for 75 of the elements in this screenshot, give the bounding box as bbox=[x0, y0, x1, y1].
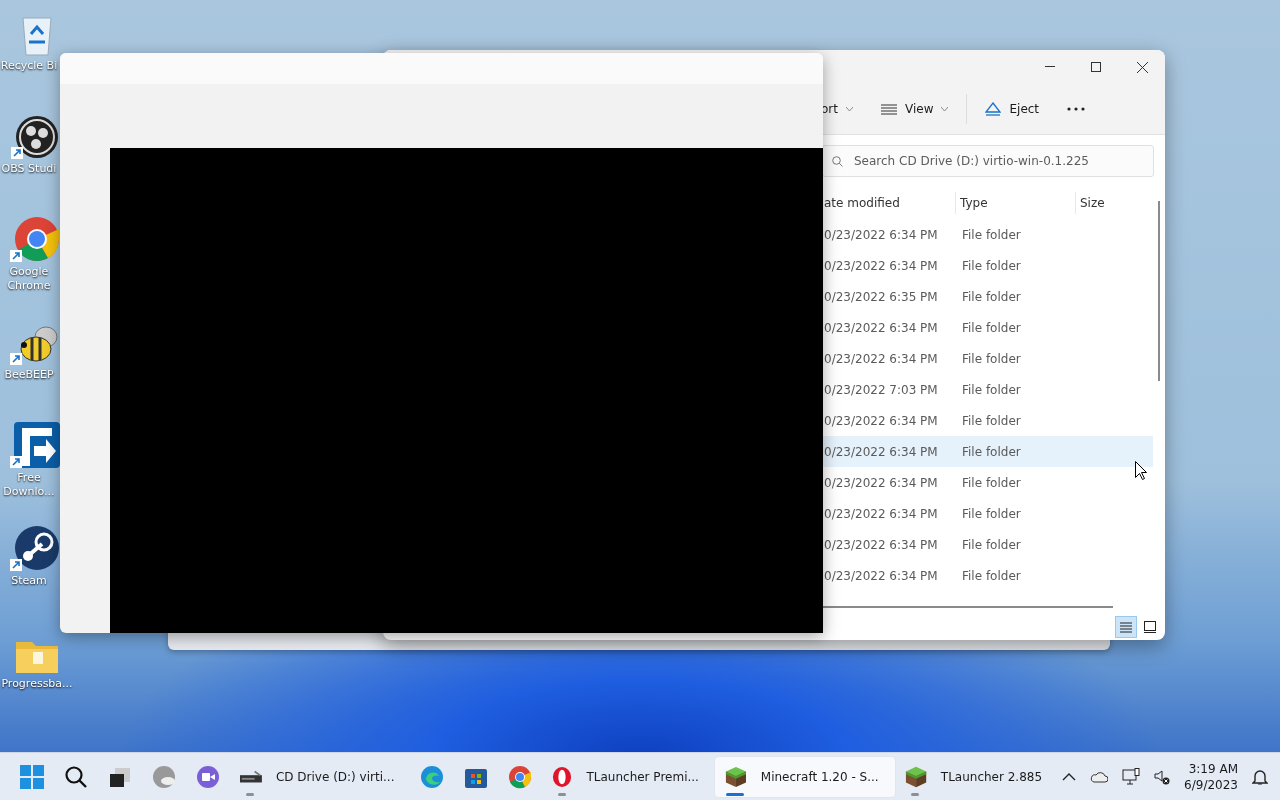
date-cell-text: 0/23/2022 6:34 PM bbox=[823, 320, 939, 335]
file-row[interactable]: 0/23/2022 7:03 PM File folder bbox=[820, 374, 1153, 405]
video-chat-icon bbox=[196, 764, 220, 789]
date-cell-text: 0/23/2022 6:34 PM bbox=[823, 444, 939, 459]
date-cell-text: 0/23/2022 7:03 PM bbox=[823, 382, 939, 397]
drive-icon bbox=[240, 768, 262, 785]
type-cell-text: File folder bbox=[961, 506, 1022, 521]
more-icon bbox=[1067, 107, 1086, 111]
opera-logo-icon bbox=[552, 764, 573, 789]
taskbar-app-button[interactable]: CD Drive (D:) virti... bbox=[230, 756, 411, 797]
type-cell-text: File folder bbox=[961, 475, 1022, 490]
date-cell-text: 0/23/2022 6:34 PM bbox=[823, 506, 939, 521]
date-cell-text: 0/23/2022 6:34 PM bbox=[823, 537, 939, 552]
taskbar-app-button[interactable]: TLauncher 2.885 bbox=[894, 756, 1059, 797]
download-manager-icon bbox=[14, 422, 60, 468]
type-cell-text: File folder bbox=[961, 568, 1022, 583]
chevron-down-icon bbox=[941, 107, 949, 111]
grass-block-icon bbox=[904, 764, 927, 789]
file-row[interactable]: 0/23/2022 6:34 PM File folder bbox=[820, 219, 1153, 250]
type-cell-text: File folder bbox=[961, 227, 1022, 242]
date-cell-text: 0/23/2022 6:34 PM bbox=[823, 351, 939, 366]
column-header[interactable]: Type bbox=[956, 192, 1076, 214]
obs-logo-icon bbox=[15, 115, 59, 159]
close-icon bbox=[1136, 61, 1148, 73]
search-icon bbox=[64, 764, 88, 789]
mouse-cursor-icon bbox=[1135, 461, 1147, 480]
type-cell-text: File folder bbox=[961, 289, 1022, 304]
file-row[interactable]: 0/23/2022 6:34 PM File folder bbox=[820, 498, 1153, 529]
type-cell-text: File folder bbox=[961, 444, 1022, 459]
type-cell-text: File folder bbox=[961, 320, 1022, 335]
date-cell-text: 0/23/2022 6:34 PM bbox=[823, 227, 939, 242]
file-row[interactable]: 0/23/2022 6:34 PM File folder bbox=[820, 312, 1153, 343]
file-row[interactable]: 0/23/2022 6:35 PM File folder bbox=[820, 281, 1153, 312]
file-row[interactable]: 0/23/2022 6:34 PM File folder bbox=[820, 250, 1153, 281]
file-row[interactable]: 0/23/2022 6:34 PM File folder bbox=[820, 467, 1153, 498]
recycle-bin-icon bbox=[19, 14, 55, 56]
steam-logo-icon bbox=[14, 525, 60, 571]
type-cell-text: File folder bbox=[961, 258, 1022, 273]
file-row[interactable]: 0/23/2022 6:34 PM File folder bbox=[820, 343, 1153, 374]
type-cell-text: File folder bbox=[961, 382, 1022, 397]
windows-logo-icon bbox=[20, 764, 44, 789]
eject-button[interactable]: Eject bbox=[975, 96, 1050, 122]
grass-block-icon bbox=[724, 764, 747, 789]
details-view-icon bbox=[1120, 621, 1132, 633]
date-cell-text: 0/23/2022 6:34 PM bbox=[823, 475, 939, 490]
date-cell-text: 0/23/2022 6:34 PM bbox=[823, 568, 939, 583]
date-cell-text: 0/23/2022 6:35 PM bbox=[823, 289, 939, 304]
minimize-icon bbox=[1045, 66, 1055, 68]
file-row[interactable]: 0/23/2022 6:34 PM File folder bbox=[820, 436, 1153, 467]
type-cell-text: File folder bbox=[961, 351, 1022, 366]
file-row[interactable]: 0/23/2022 6:34 PM File folder bbox=[820, 560, 1153, 591]
date-cell-text: 0/23/2022 6:34 PM bbox=[823, 413, 939, 428]
tiles-view-icon bbox=[1144, 621, 1156, 633]
file-row[interactable]: 0/23/2022 6:34 PM File folder bbox=[820, 405, 1153, 436]
edge-logo-icon bbox=[420, 764, 445, 789]
type-cell-text: File folder bbox=[961, 413, 1022, 428]
chevron-down-icon bbox=[846, 107, 853, 111]
maximize-icon bbox=[1091, 62, 1101, 72]
search-field[interactable]: Search CD Drive (D:) virtio-win-0.1.225 bbox=[822, 145, 1154, 177]
clock[interactable]: 3:19 AM 6/9/2023 bbox=[1180, 760, 1242, 793]
date-cell-text: 0/23/2022 6:34 PM bbox=[823, 258, 939, 273]
type-cell-text: File folder bbox=[961, 537, 1022, 552]
file-row[interactable]: 0/23/2022 6:34 PM File folder bbox=[820, 529, 1153, 560]
eject-icon bbox=[985, 102, 1002, 116]
list-lines-icon bbox=[881, 103, 897, 115]
horizontal-scrollbar[interactable] bbox=[823, 606, 1113, 608]
vertical-scrollbar[interactable] bbox=[1158, 201, 1160, 381]
taskbar-app-button[interactable]: Minecraft 1.20 - S... bbox=[714, 756, 895, 797]
column-header[interactable]: Size bbox=[1076, 192, 1153, 214]
view-button[interactable]: View bbox=[871, 96, 959, 122]
task-view-icon bbox=[109, 765, 131, 788]
chrome-logo-icon bbox=[14, 216, 60, 262]
globe-icon bbox=[152, 764, 176, 789]
chrome-logo-icon bbox=[508, 764, 533, 789]
taskbar-app-button[interactable]: TLauncher Premi... bbox=[542, 756, 715, 797]
